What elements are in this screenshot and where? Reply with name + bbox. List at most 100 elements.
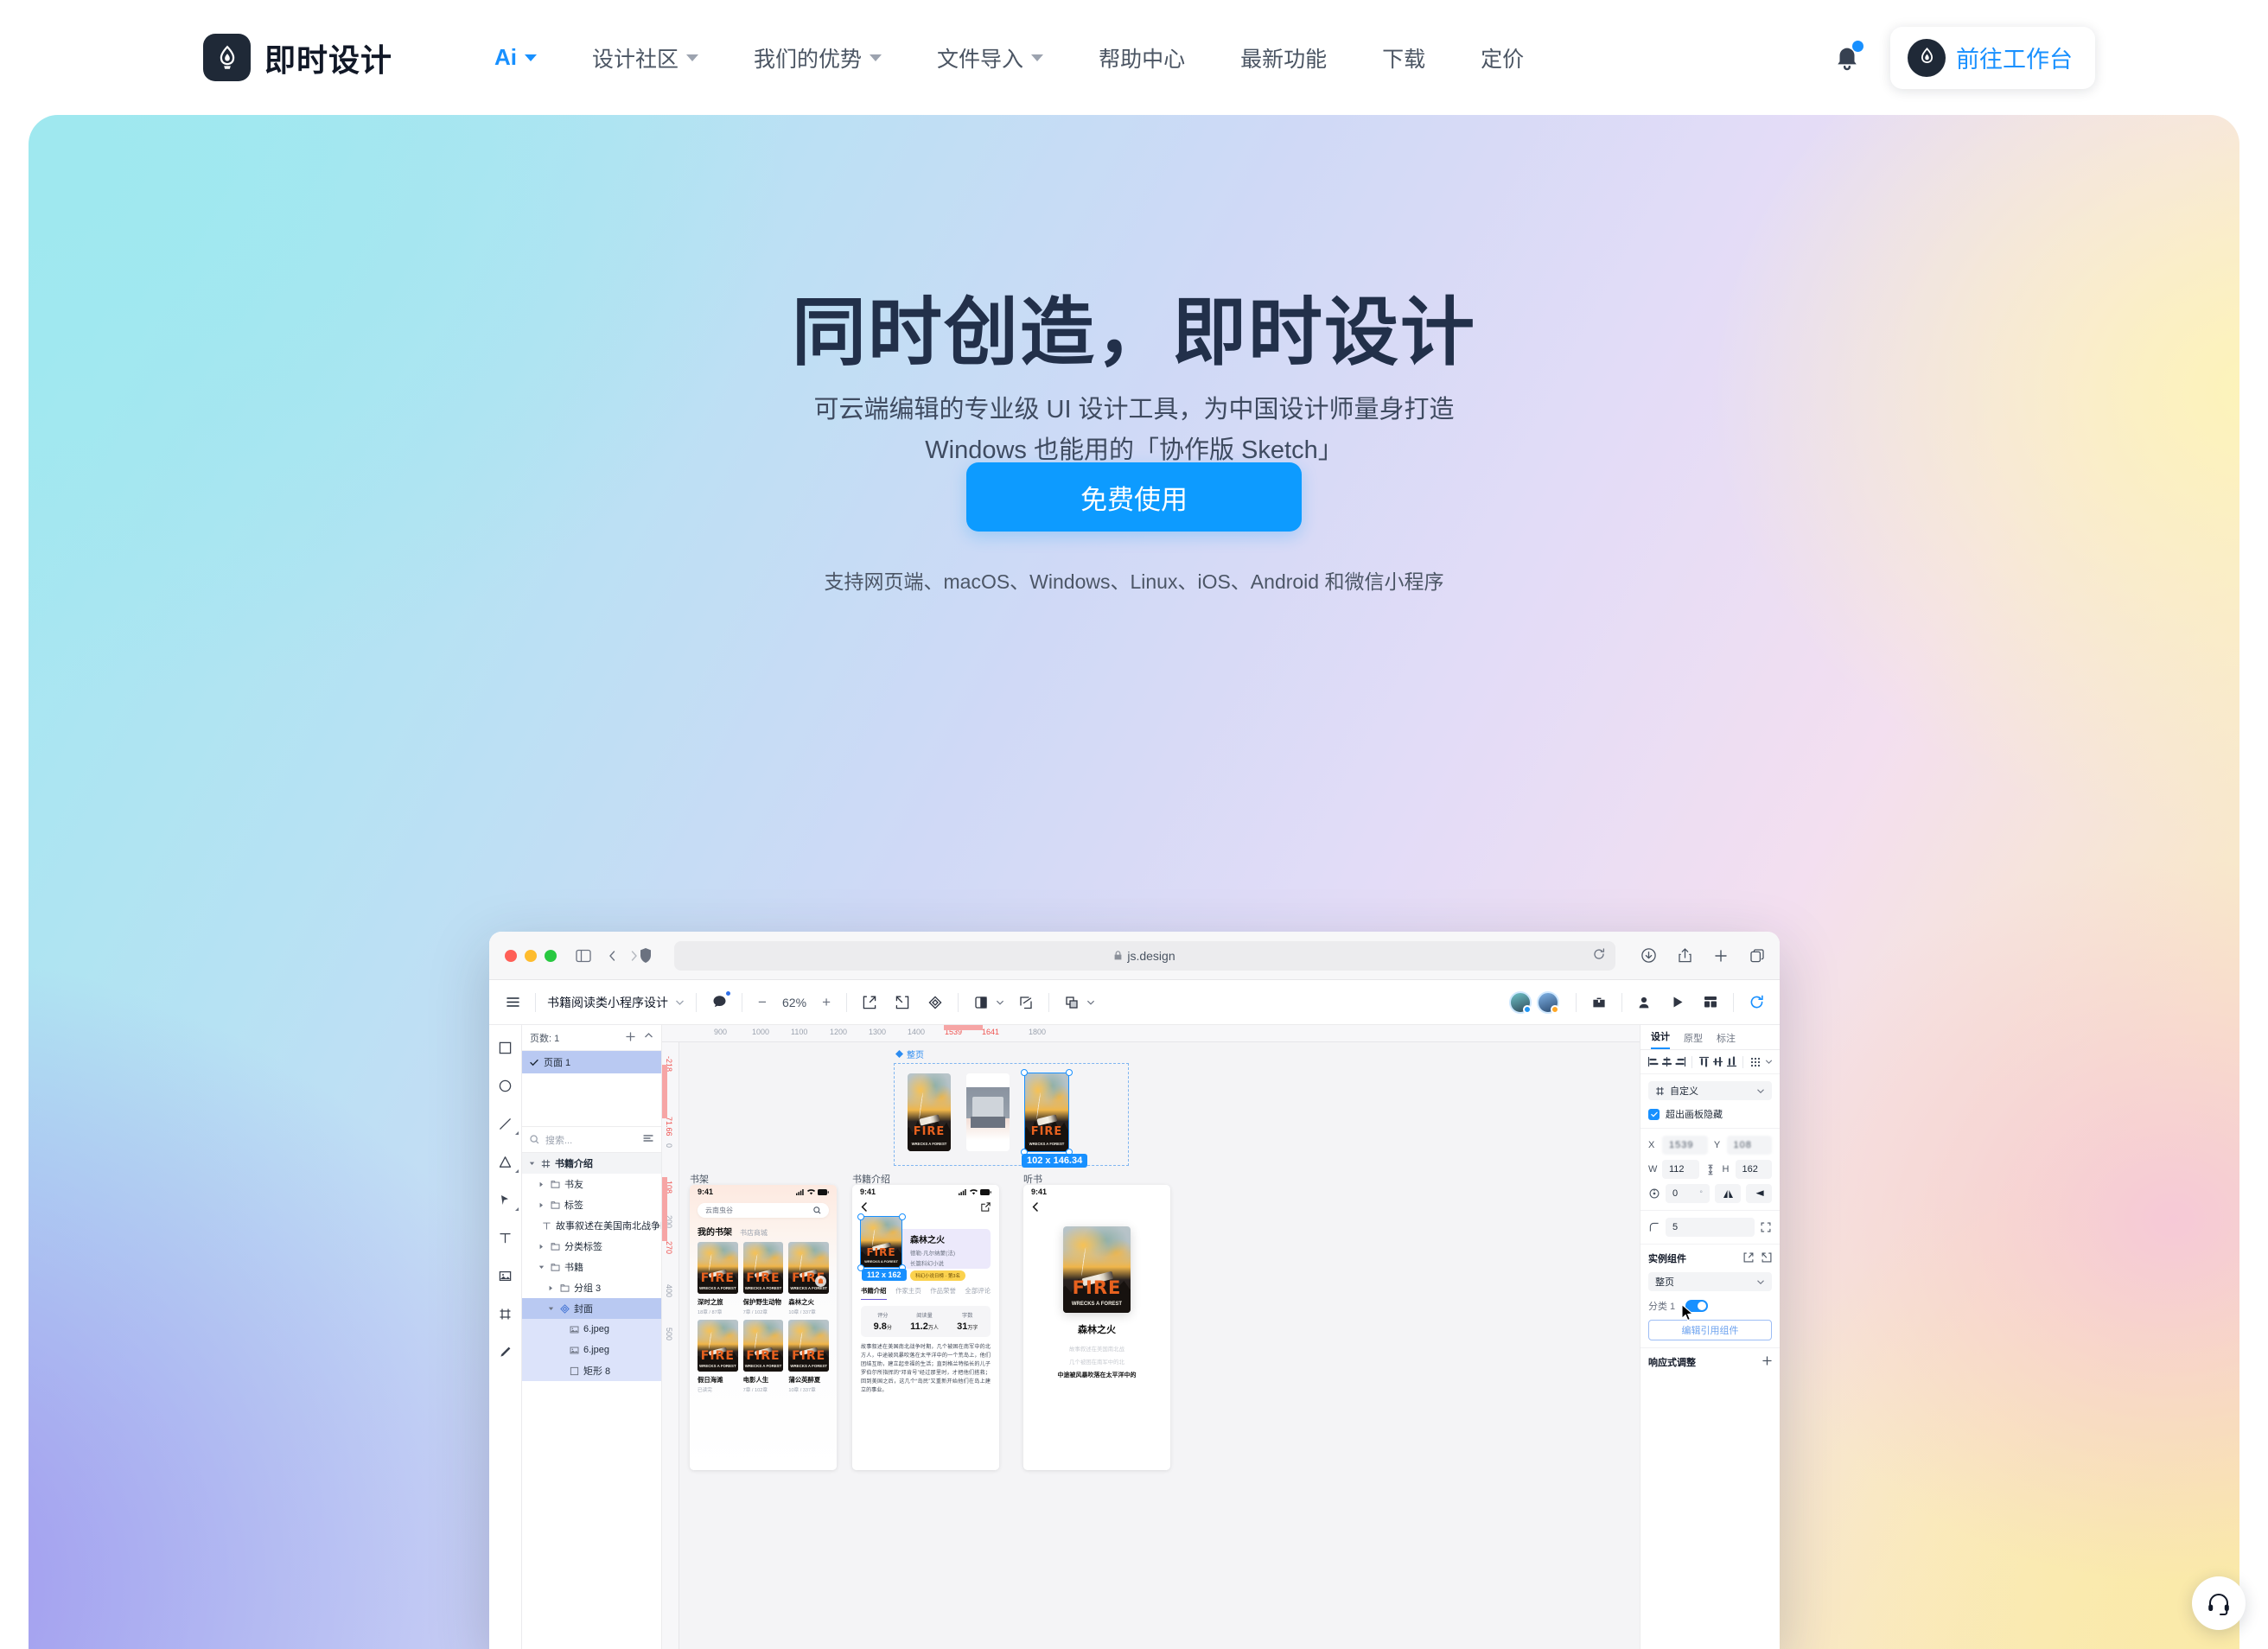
reload-icon[interactable] xyxy=(1593,948,1605,963)
boolean-icon[interactable] xyxy=(1061,991,1083,1014)
x-field[interactable]: 1539 xyxy=(1662,1136,1708,1155)
align-right-icon[interactable] xyxy=(1673,1055,1687,1069)
align-center-h-icon[interactable] xyxy=(1660,1055,1673,1069)
distribute-icon[interactable] xyxy=(1748,1055,1765,1069)
audiobook-cover[interactable]: FIRE WRECKS A FOREST xyxy=(1063,1226,1131,1313)
align-left-icon[interactable] xyxy=(1646,1055,1660,1069)
chevron-left-icon[interactable] xyxy=(607,949,618,963)
sort-icon[interactable] xyxy=(643,1134,653,1145)
polygon-tool-icon[interactable] xyxy=(495,1151,519,1173)
nav-item-whatsnew[interactable]: 最新功能 xyxy=(1213,42,1354,73)
play-badge-icon[interactable] xyxy=(815,1276,826,1287)
line-tool-icon[interactable] xyxy=(495,1113,519,1135)
window-controls[interactable] xyxy=(505,949,557,962)
nav-item-pricing[interactable]: 定价 xyxy=(1453,42,1551,73)
layer-tree-item[interactable]: 封面 xyxy=(522,1298,661,1319)
import-icon[interactable] xyxy=(891,991,914,1014)
sidebar-toggle-icon[interactable] xyxy=(576,949,591,963)
link-ratio-icon[interactable] xyxy=(1704,1164,1717,1175)
layer-tree-item[interactable]: 分类标签 xyxy=(522,1236,661,1257)
resize-handle[interactable] xyxy=(1021,1069,1028,1076)
scale-icon[interactable] xyxy=(1015,991,1037,1014)
image-tool-icon[interactable] xyxy=(495,1265,516,1286)
detail-tab[interactable]: 全部评论 xyxy=(965,1286,991,1300)
book-cover[interactable]: FIRE WRECKS A FOREST xyxy=(698,1320,738,1372)
page-item[interactable]: 页面 1 xyxy=(522,1051,661,1073)
twisty-icon[interactable] xyxy=(528,1161,536,1167)
collapse-pages-button[interactable] xyxy=(644,1032,653,1044)
artboard-title[interactable]: 书架 xyxy=(690,1172,709,1186)
frame-tool-icon[interactable] xyxy=(495,1303,516,1324)
layer-tree-item[interactable]: 矩形 8 xyxy=(522,1360,661,1381)
tabs-icon[interactable] xyxy=(1750,948,1764,963)
hamburger-menu-icon[interactable] xyxy=(501,991,524,1014)
layer-tree-item[interactable]: 6.jpeg xyxy=(522,1340,661,1360)
artboard-book-detail[interactable]: 9:41 FIRE WRECKS A FOREST 112 x 162 森林之火… xyxy=(852,1185,999,1470)
pen-tool-icon[interactable] xyxy=(495,1189,519,1211)
align-bottom-icon[interactable] xyxy=(1724,1055,1738,1069)
sync-icon[interactable] xyxy=(1745,991,1768,1014)
layout-icon[interactable] xyxy=(1699,991,1722,1014)
invite-user-icon[interactable] xyxy=(1634,991,1656,1014)
artboard-bookshelf[interactable]: 9:41 云南虫谷 我的书架 书店商城 FIRE WRECKS A FOREST… xyxy=(690,1185,837,1470)
bookshelf-tabs[interactable]: 我的书架 书店商城 xyxy=(698,1225,837,1238)
detail-tab[interactable]: 作品荣誉 xyxy=(930,1286,956,1300)
toolbox-icon[interactable] xyxy=(1588,991,1610,1014)
chevron-right-icon[interactable] xyxy=(628,949,640,963)
play-icon[interactable] xyxy=(1666,991,1689,1014)
reset-icon[interactable] xyxy=(1762,1252,1772,1265)
design-canvas[interactable]: 900 1000 1100 1200 1300 1400 1539 1641 1800 -218… xyxy=(662,1025,1640,1649)
tab-annotation[interactable]: 标注 xyxy=(1717,1031,1736,1049)
book-card[interactable]: FIRE WRECKS A FOREST 森林之火 10章 / 337章 xyxy=(788,1242,829,1315)
text-tool-icon[interactable] xyxy=(495,1227,516,1248)
nav-item-help[interactable]: 帮助中心 xyxy=(1071,42,1213,73)
align-center-v-icon[interactable] xyxy=(1711,1055,1724,1069)
twisty-icon[interactable] xyxy=(538,1244,545,1250)
clip-content-row[interactable]: 超出画板隐藏 xyxy=(1648,1107,1772,1121)
download-icon[interactable] xyxy=(1641,948,1656,963)
artboard-title[interactable]: 听书 xyxy=(1023,1172,1042,1186)
book-card[interactable]: FIRE WRECKS A FOREST 假日海滩 已读完 xyxy=(698,1320,738,1393)
corner-radius-field[interactable]: 5 xyxy=(1666,1218,1755,1237)
clip-content-checkbox[interactable] xyxy=(1648,1108,1660,1120)
resize-handle[interactable] xyxy=(1066,1069,1073,1076)
twisty-icon[interactable] xyxy=(538,1181,545,1187)
mask-icon[interactable] xyxy=(970,991,992,1014)
layer-tree-item[interactable]: 故事叙述在美国南北战争时… xyxy=(522,1215,661,1236)
zoom-out-button[interactable]: − xyxy=(754,994,771,1011)
layer-tree-item[interactable]: 6.jpeg xyxy=(522,1319,661,1340)
detail-tabs[interactable]: 书籍介绍 作家主页 作品荣誉 全部评论 xyxy=(861,1286,991,1300)
pencil-tool-icon[interactable] xyxy=(495,1341,516,1362)
plus-icon[interactable] xyxy=(1714,949,1728,963)
cover-thumbnail[interactable]: FIRE WRECKS A FOREST xyxy=(908,1073,951,1151)
export-icon[interactable] xyxy=(858,991,881,1014)
layer-tree-item[interactable]: 书籍 xyxy=(522,1257,661,1277)
twisty-icon[interactable] xyxy=(538,1264,545,1270)
instance-select[interactable]: 整页 xyxy=(1648,1272,1772,1291)
book-card[interactable]: FIRE WRECKS A FOREST 电影人生 7章 / 102章 xyxy=(742,1320,784,1393)
detach-icon[interactable] xyxy=(1743,1252,1754,1265)
edit-reference-component-button[interactable]: 编辑引用组件 xyxy=(1648,1320,1772,1340)
nav-item-community[interactable]: 设计社区 xyxy=(564,42,726,73)
book-cover[interactable]: FIRE WRECKS A FOREST xyxy=(742,1242,784,1294)
flip-horizontal-icon[interactable] xyxy=(1715,1184,1741,1203)
detail-tab[interactable]: 书籍介绍 xyxy=(861,1286,887,1300)
corner-independent-icon[interactable] xyxy=(1760,1222,1772,1232)
twisty-icon[interactable] xyxy=(547,1306,555,1312)
add-page-button[interactable] xyxy=(626,1031,635,1044)
share-icon[interactable] xyxy=(1679,948,1691,963)
page-thumbnail[interactable] xyxy=(966,1073,1010,1151)
nav-item-import[interactable]: 文件导入 xyxy=(909,42,1071,73)
minimize-icon[interactable] xyxy=(525,949,537,962)
go-to-workbench-button[interactable]: 前往工作台 xyxy=(1890,26,2095,89)
artboard-title[interactable]: 书籍介绍 xyxy=(852,1172,890,1186)
plus-icon[interactable] xyxy=(1762,1356,1772,1368)
nav-item-advantages[interactable]: 我们的优势 xyxy=(726,42,909,73)
align-top-icon[interactable] xyxy=(1697,1055,1711,1069)
component-icon[interactable] xyxy=(924,991,946,1014)
nav-item-download[interactable]: 下载 xyxy=(1354,42,1453,73)
twisty-icon[interactable] xyxy=(547,1285,555,1291)
layer-tree-item[interactable]: 书籍介绍 xyxy=(522,1153,661,1174)
frame-preset-select[interactable]: 自定义 xyxy=(1648,1081,1772,1100)
book-card[interactable]: FIRE WRECKS A FOREST 保护野生动物 7章 / 102章 xyxy=(742,1242,784,1315)
